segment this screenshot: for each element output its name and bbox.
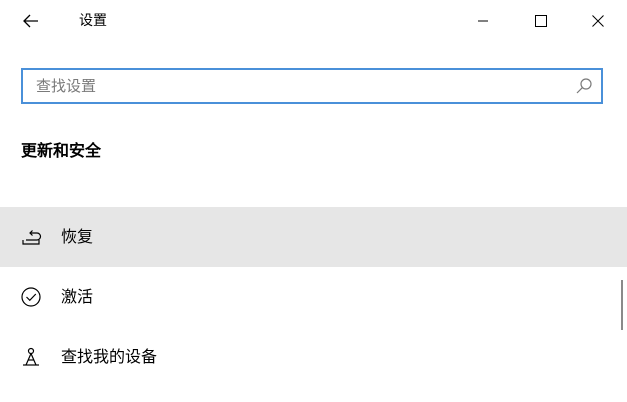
close-button[interactable]	[575, 0, 621, 42]
settings-window: 设置 更新和安全	[0, 0, 627, 402]
find-my-device-icon	[20, 346, 42, 368]
nav-item-label: 查找我的设备	[61, 347, 158, 366]
title-bar: 设置	[0, 0, 627, 42]
nav-item-label: 激活	[61, 287, 94, 306]
scrollbar-thumb[interactable]	[621, 280, 623, 330]
section-title: 更新和安全	[21, 141, 102, 160]
maximize-icon	[535, 15, 547, 27]
minimize-button[interactable]	[460, 0, 506, 42]
search-icon[interactable]	[575, 77, 593, 95]
close-icon	[592, 15, 604, 27]
nav-item-recovery[interactable]: 恢复	[0, 207, 627, 267]
activation-icon	[20, 286, 42, 308]
nav-item-activation[interactable]: 激活	[0, 267, 627, 327]
back-button[interactable]	[14, 4, 48, 38]
search-input[interactable]	[36, 76, 556, 96]
window-title: 设置	[79, 13, 107, 29]
minimize-icon	[478, 20, 488, 22]
nav-item-find-my-device[interactable]: 查找我的设备	[0, 327, 627, 387]
maximize-button[interactable]	[518, 0, 564, 42]
recovery-icon	[20, 226, 42, 248]
back-arrow-icon	[23, 14, 38, 28]
nav-list: 恢复 激活 查找我的设备	[0, 207, 627, 387]
nav-item-label: 恢复	[61, 227, 94, 246]
search-box[interactable]	[21, 68, 603, 104]
